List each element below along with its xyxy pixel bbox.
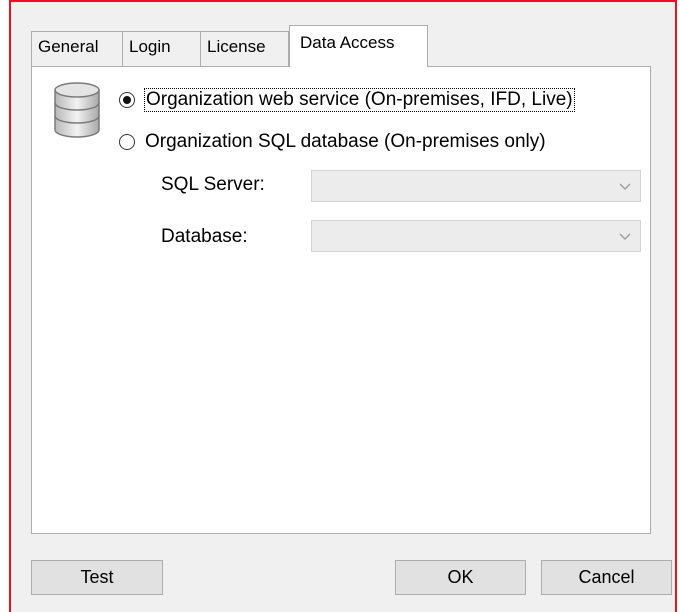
database-combobox[interactable] xyxy=(311,220,641,252)
ok-button[interactable]: OK xyxy=(395,560,526,595)
tab-general[interactable]: General xyxy=(31,31,123,67)
web-service-radio[interactable] xyxy=(119,92,135,108)
web-service-label: Organization web service (On-premises, I… xyxy=(144,88,575,112)
tab-data-access[interactable]: Data Access xyxy=(289,25,428,67)
chevron-down-icon xyxy=(619,233,631,241)
sql-server-combobox[interactable] xyxy=(311,170,641,202)
sql-database-option[interactable]: Organization SQL database (On-premises o… xyxy=(119,131,546,153)
cancel-button[interactable]: Cancel xyxy=(541,560,672,595)
tab-login[interactable]: Login xyxy=(122,31,201,67)
chevron-down-icon xyxy=(619,183,631,191)
sql-database-label: Organization SQL database (On-premises o… xyxy=(145,131,546,152)
sql-database-radio[interactable] xyxy=(119,134,135,150)
sql-server-label: SQL Server: xyxy=(161,174,265,195)
database-icon xyxy=(54,82,100,138)
tab-license[interactable]: License xyxy=(200,31,289,67)
test-button[interactable]: Test xyxy=(31,560,163,595)
database-label: Database: xyxy=(161,226,248,247)
web-service-option[interactable]: Organization web service (On-premises, I… xyxy=(119,88,575,112)
